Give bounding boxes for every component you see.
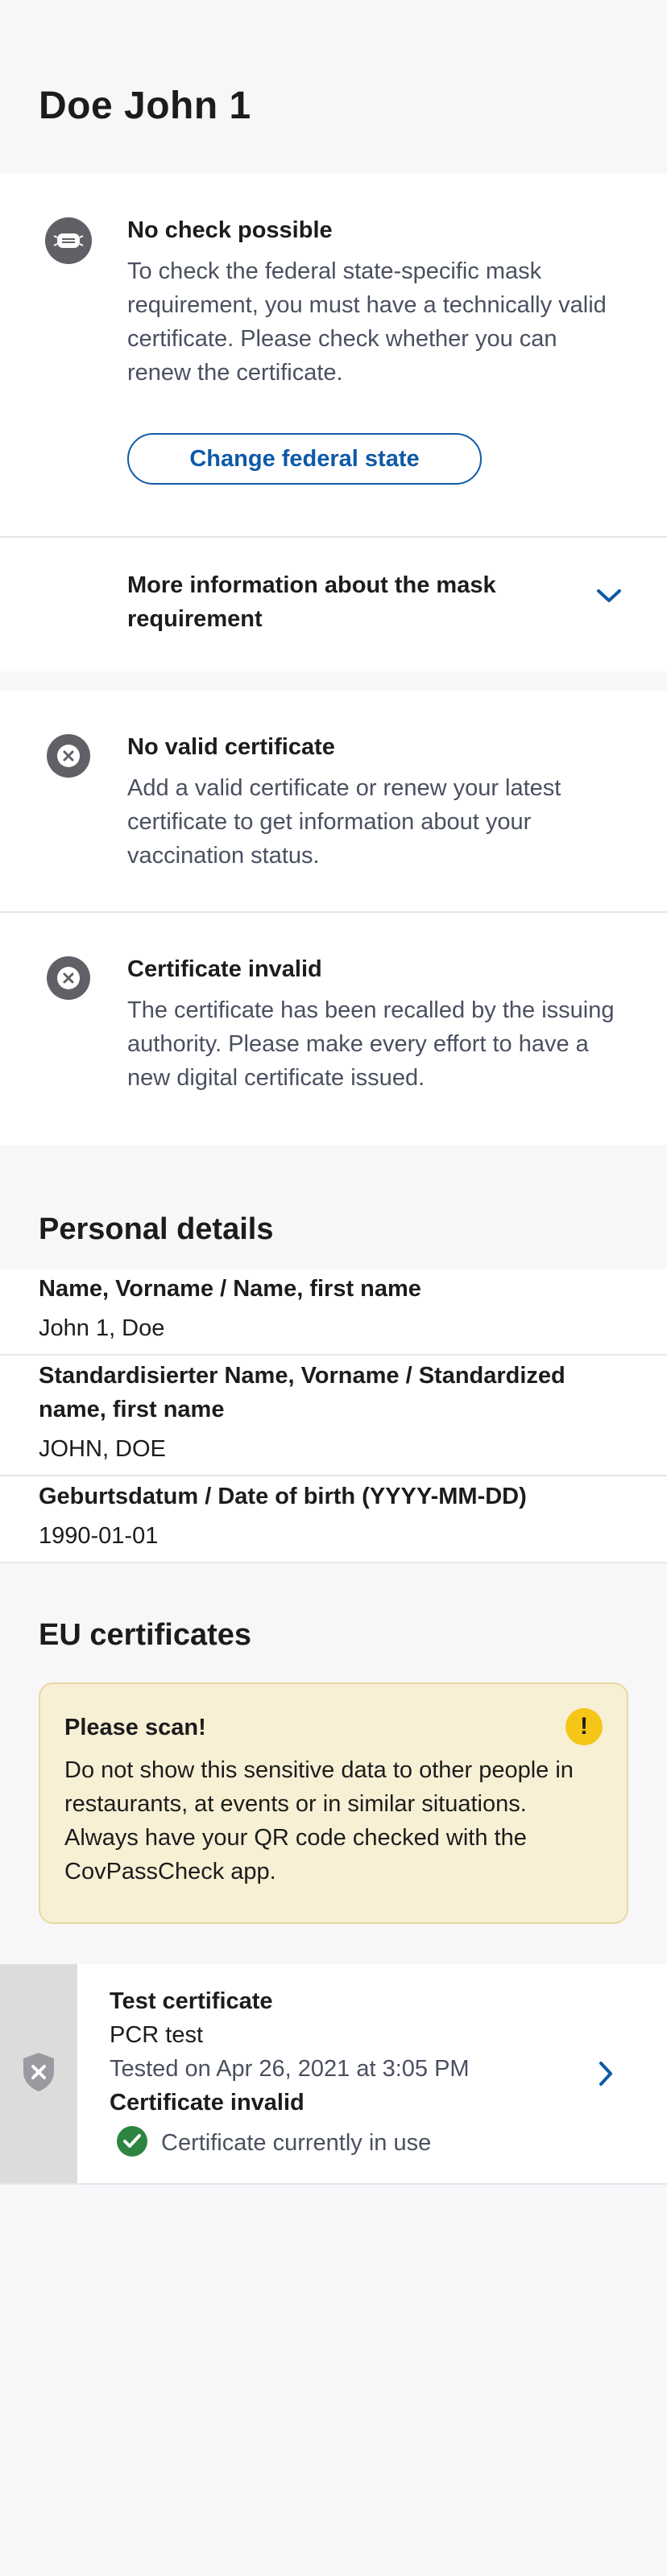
detail-label: Standardisierter Name, Vorname / Standar… [39,1363,566,1422]
invalid-status-text: The certificate has been recalled by the… [127,997,615,1091]
certificate-date: Tested on Apr 26, 2021 at 3:05 PM [110,2056,470,2082]
divider [0,1354,667,1356]
detail-label: Geburtsdatum / Date of birth (YYYY-MM-DD… [39,1484,527,1509]
vaccination-status-text: Add a valid certificate or renew your la… [127,775,561,869]
invalid-status-title: Certificate invalid [127,956,322,982]
mask-status-text: To check the federal state-specific mask… [127,258,607,386]
detail-label: Name, Vorname / Name, first name [39,1276,421,1302]
shield-x-icon [21,2051,56,2097]
mask-status-title: No check possible [127,217,333,243]
mask-info-expander[interactable]: More information about the mask requirem… [0,538,667,671]
mask-icon [45,217,92,264]
personal-details-heading: Personal details [39,1212,274,1246]
scan-notice: Please scan! ! Do not show this sensitiv… [39,1682,628,1924]
eu-certificates-heading: EU certificates [39,1618,252,1652]
certificate-list-item[interactable]: Test certificate PCR test Tested on Apr … [0,1964,667,2183]
vaccination-status-card: No valid certificate Add a valid certifi… [0,691,667,911]
mask-info-label: More information about the mask requirem… [127,572,496,632]
scan-notice-text: Do not show this sensitive data to other… [64,1757,574,1885]
detail-value: John 1, Doe [39,1315,165,1341]
chevron-down-icon [596,588,622,608]
chevron-right-icon [598,2061,614,2091]
divider [0,2183,667,2185]
scan-notice-title: Please scan! [64,1715,206,1740]
page-title: Doe John 1 [39,85,251,127]
vaccination-status-title: No valid certificate [127,734,335,760]
change-federal-state-button[interactable]: Change federal state [127,433,482,485]
detail-value: 1990-01-01 [39,1523,159,1549]
certificate-in-use: Certificate currently in use [161,2130,432,2156]
check-circle-icon [116,2125,148,2161]
certificate-type: Test certificate [110,1988,273,2014]
divider [0,1475,667,1476]
close-circle-icon [47,734,90,778]
certificate-status: Certificate invalid [110,2090,304,2116]
close-circle-icon [47,956,90,1000]
mask-status-card: No check possible To check the federal s… [0,174,667,536]
certificate-test: PCR test [110,2022,204,2048]
personal-details-list: Name, Vorname / Name, first name John 1,… [0,1269,667,1563]
detail-value: JOHN, DOE [39,1436,166,1462]
invalid-status-card: Certificate invalid The certificate has … [0,913,667,1145]
certificate-type-badge [0,1964,77,2183]
warning-icon: ! [566,1708,603,1745]
divider [0,1562,667,1563]
